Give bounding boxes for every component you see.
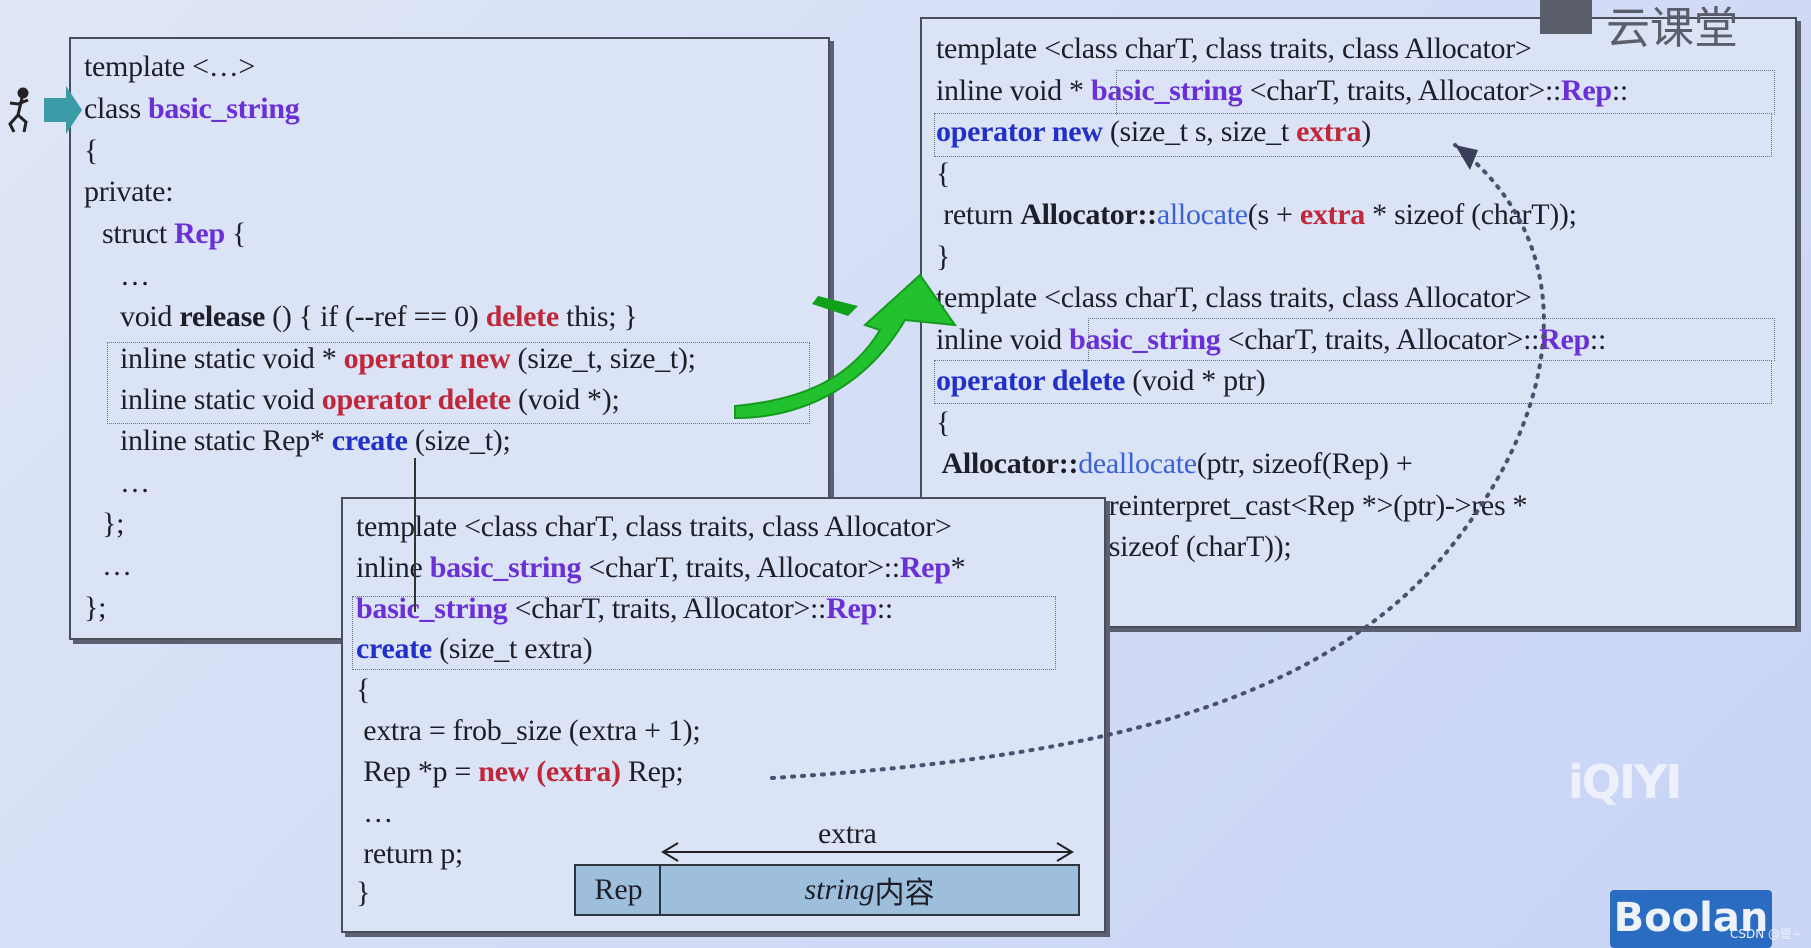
overlay-graphics: [8, 86, 1546, 862]
csdn-watermark: CSDN @壹~: [1730, 927, 1803, 941]
dotted-call-path: [770, 143, 1546, 780]
iqiyi-watermark: iQIYI: [1568, 755, 1682, 809]
dotted-path-arrowhead: [1455, 145, 1478, 170]
pointer-arrow-icon: [44, 86, 82, 134]
green-curved-arrow: [734, 273, 958, 420]
running-man-icon: [8, 87, 29, 133]
green-arrow-shadow: [812, 296, 858, 316]
extra-span-arrow: [661, 842, 1074, 862]
chat-bubble-icon: [1540, 0, 1592, 34]
top-right-watermark: 云课堂: [1540, 0, 1738, 56]
